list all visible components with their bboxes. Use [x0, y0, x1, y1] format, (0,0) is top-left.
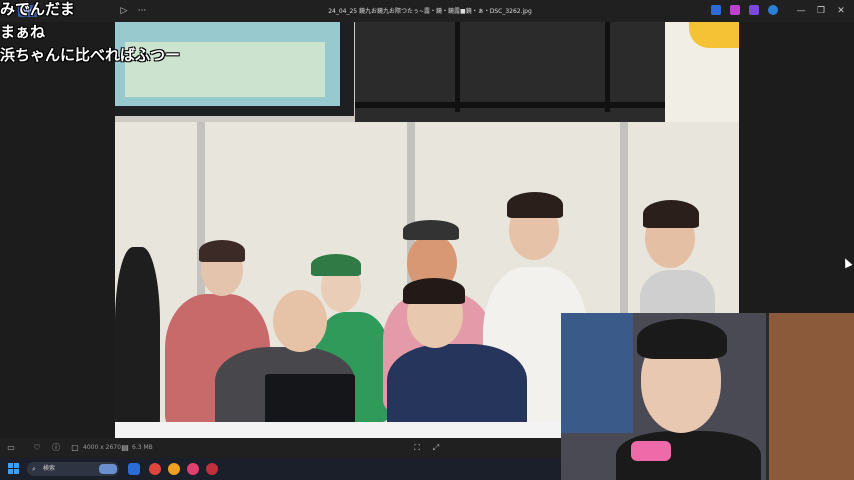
- windows-taskbar: ⌕ 検索: [0, 458, 561, 480]
- image-filesize: 6.3 MB: [132, 444, 153, 451]
- edit-app-icon[interactable]: [711, 5, 721, 15]
- search-placeholder: 検索: [43, 465, 56, 472]
- chrome-taskbar-icon[interactable]: [149, 463, 161, 475]
- person-black-shirt: [115, 247, 160, 437]
- clipchamp-app-icon[interactable]: [749, 5, 759, 15]
- search-icon: ⌕: [32, 465, 36, 473]
- start-button[interactable]: [8, 463, 20, 475]
- app-taskbar-icon-1[interactable]: [168, 463, 180, 475]
- chat-message: みでんだま: [0, 0, 75, 18]
- app-taskbar-icon-2[interactable]: [187, 463, 199, 475]
- laptop: [265, 374, 355, 426]
- chat-overlay: みでんだま まぁね 浜ちゃんに比べればふつー: [0, 0, 230, 67]
- minimize-button[interactable]: —: [794, 4, 808, 18]
- person-seated-navy: [387, 344, 527, 434]
- webcam-overlay: [561, 313, 854, 480]
- chat-message: 浜ちゃんに比べればふつー: [0, 46, 181, 64]
- onedrive-icon[interactable]: [768, 5, 778, 15]
- maximize-button[interactable]: ❐: [814, 4, 828, 18]
- fit-screen-icon[interactable]: ⛶: [412, 443, 422, 453]
- stage-rig: [355, 22, 665, 122]
- viewer-bottom-bar: ▭ ♡ ⓘ ▢ 4000 x 2670 ▤ 6.3 MB ⛶ ⤢: [0, 438, 561, 458]
- heart-icon[interactable]: ♡: [32, 443, 42, 453]
- stage-table: [115, 422, 565, 438]
- dimensions-icon: ▢: [71, 443, 79, 452]
- info-icon[interactable]: ⓘ: [51, 443, 61, 453]
- app-taskbar-icon-3[interactable]: [206, 463, 218, 475]
- filesize-icon: ▤: [121, 443, 129, 452]
- window-title: 24_04_25 鏡九お鏡九お際つたぅ~露・鏡・鏡露■鏡・ぁ・DSC_3262.…: [328, 8, 532, 15]
- photos-taskbar-icon[interactable]: [128, 463, 140, 475]
- filmstrip-icon[interactable]: ▭: [6, 443, 16, 453]
- taskbar-search[interactable]: ⌕ 検索: [27, 462, 119, 476]
- designer-app-icon[interactable]: [730, 5, 740, 15]
- close-button[interactable]: ✕: [834, 4, 848, 18]
- image-dimensions: 4000 x 2670: [83, 444, 121, 451]
- chat-message: まぁね: [0, 23, 46, 41]
- stage-banner: [665, 22, 739, 122]
- expand-icon[interactable]: ⤢: [431, 443, 441, 453]
